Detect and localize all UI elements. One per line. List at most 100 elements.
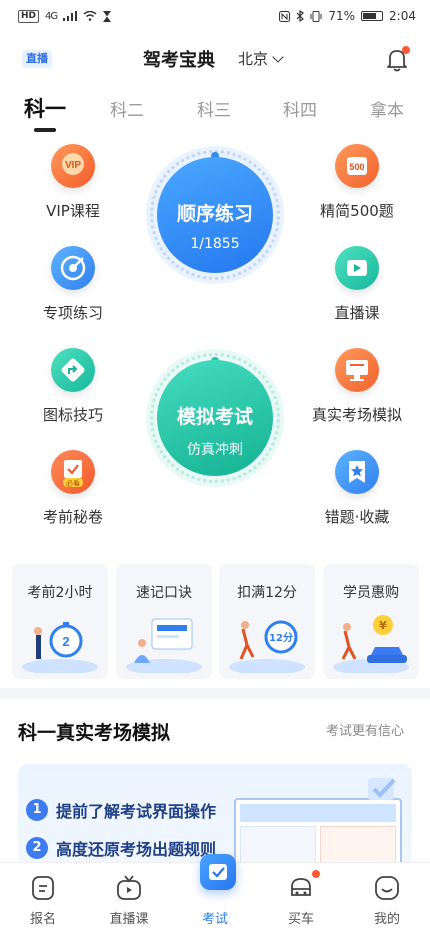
bluetooth-icon: [296, 10, 305, 22]
twelve-points-illustration: 12分: [229, 620, 305, 673]
nav-mine[interactable]: 我的: [357, 863, 417, 927]
feature-vip-course[interactable]: VIP VIP课程: [18, 144, 128, 221]
practice-progress: 1/1855: [190, 236, 240, 252]
feature-mistakes-favorites[interactable]: 错题·收藏: [302, 450, 412, 527]
signal-icon: [63, 11, 78, 21]
wifi-icon: [83, 11, 97, 21]
status-left: HD 4G: [18, 9, 112, 23]
mock-exam-title: 模拟考试: [176, 406, 253, 428]
nav-label: 直播课: [109, 912, 149, 927]
nfc-icon: [279, 10, 291, 22]
video-icon: [335, 246, 379, 290]
status-bar: HD 4G 71% 2:04: [0, 0, 430, 32]
nav-buy-car[interactable]: 买车: [271, 863, 331, 927]
feature-label: 错题·收藏: [324, 508, 390, 526]
nav-label: 考试: [201, 912, 228, 927]
nav-label: 我的: [373, 912, 400, 927]
status-right: 71% 2:04: [279, 9, 416, 23]
feature-label: 专项练习: [42, 304, 103, 322]
active-tab-indicator: [34, 128, 56, 132]
feature-exam-secrets[interactable]: 必看 考前秘卷: [18, 450, 128, 527]
nav-label: 报名: [29, 912, 56, 927]
live-badge-button[interactable]: 直播: [22, 50, 52, 68]
exam-icon[interactable]: [200, 854, 236, 890]
monitor-icon: [335, 348, 379, 392]
promo-item-1: 1 提前了解考试界面操作: [26, 798, 216, 822]
mock-exam-subtitle: 仿真冲刺: [187, 442, 243, 458]
screen-panel-right: [320, 826, 396, 866]
tab-subject-2[interactable]: 科二: [110, 96, 144, 121]
screen-panel-left: [240, 826, 316, 866]
hourglass-icon: [103, 10, 112, 22]
promo-number: 2: [26, 837, 48, 859]
promo-number: 1: [26, 799, 48, 821]
nav-register[interactable]: 报名: [13, 863, 73, 927]
500-badge-text: 500: [349, 162, 364, 172]
nav-live-class[interactable]: 直播课: [99, 863, 159, 927]
tab-subject-3[interactable]: 科三: [197, 96, 231, 121]
notification-button[interactable]: [384, 46, 410, 74]
vip-icon: VIP: [51, 144, 95, 188]
battery-level: [363, 13, 376, 19]
vibrate-icon: [310, 10, 322, 22]
register-icon: [28, 873, 58, 903]
check-decoration-icon: [368, 778, 396, 800]
feature-label: VIP课程: [46, 202, 100, 220]
screen-body: [240, 826, 396, 866]
card-quick-memory-tips[interactable]: 速记口诀: [116, 564, 212, 679]
hd-indicator: HD: [18, 9, 40, 23]
battery-icon: [361, 11, 384, 21]
section-subtitle-link[interactable]: 考试更有信心: [326, 720, 404, 739]
feature-label: 直播课: [334, 304, 380, 322]
feature-real-exam-sim[interactable]: 真实考场模拟: [302, 348, 412, 425]
card-student-discount[interactable]: 学员惠购 ¥: [323, 564, 419, 679]
bottom-navigation: 报名 直播课 考试 买车 我的: [0, 854, 430, 931]
feature-label: 图标技巧: [42, 406, 103, 424]
network-type: 4G: [45, 10, 58, 22]
feature-special-practice[interactable]: 专项练习: [18, 246, 128, 323]
feature-label: 精简500题: [320, 202, 394, 220]
feature-label: 考前秘卷: [42, 508, 103, 526]
notification-dot: [402, 46, 410, 54]
city-label: 北京: [238, 50, 269, 68]
clock: 2:04: [389, 9, 416, 23]
card-title: 扣满12分: [237, 585, 297, 601]
secret-paper-icon: 必看: [51, 450, 95, 494]
city-selector[interactable]: 北京: [238, 48, 284, 69]
road-sign-icon: [51, 348, 95, 392]
points-badge: 12分: [269, 631, 293, 644]
card-twelve-points-deducted[interactable]: 扣满12分 12分: [219, 564, 315, 679]
section-divider: [0, 688, 430, 698]
tab-subject-1[interactable]: 科一: [24, 93, 66, 123]
must-see-badge-text: 必看: [66, 479, 80, 488]
vip-badge-text: VIP: [65, 160, 81, 171]
nav-label: 买车: [287, 912, 314, 927]
tab-subject-4[interactable]: 科四: [283, 96, 317, 121]
buy-car-notification-dot: [312, 870, 320, 878]
card-title: 学员惠购: [343, 585, 399, 601]
tab-get-license[interactable]: 拿本: [370, 96, 404, 121]
reading-illustration: [126, 618, 202, 673]
stopwatch-illustration: 2: [22, 622, 98, 673]
target-icon: [51, 246, 95, 290]
yuan-coin: ¥: [379, 619, 387, 632]
mock-exam-button[interactable]: 模拟考试 仿真冲刺: [157, 360, 273, 476]
stopwatch-number: 2: [62, 634, 69, 649]
sequential-practice-button[interactable]: 顺序练习 1/1855: [157, 157, 273, 273]
screen-header: [240, 804, 396, 822]
car-icon: [286, 870, 320, 903]
promo-text: 高度还原考场出题规则: [56, 840, 217, 859]
practice-title: 顺序练习: [176, 203, 253, 225]
app-header: 直播 驾考宝典 北京: [0, 38, 430, 82]
app-title: 驾考宝典: [143, 50, 215, 71]
card-title: 速记口诀: [136, 585, 192, 601]
card-two-hours-before-exam[interactable]: 考前2小时 2: [12, 564, 108, 679]
car-discount-illustration: ¥: [333, 615, 409, 673]
smile-icon: [372, 873, 402, 903]
section-title: 科一真实考场模拟: [18, 722, 171, 744]
feature-live-class[interactable]: 直播课: [302, 246, 412, 323]
feature-sign-tips[interactable]: 图标技巧: [18, 348, 128, 425]
promo-item-2: 2 高度还原考场出题规则: [26, 836, 216, 860]
chevron-down-icon: [272, 50, 284, 63]
feature-500-questions[interactable]: 500 精简500题: [302, 144, 412, 221]
